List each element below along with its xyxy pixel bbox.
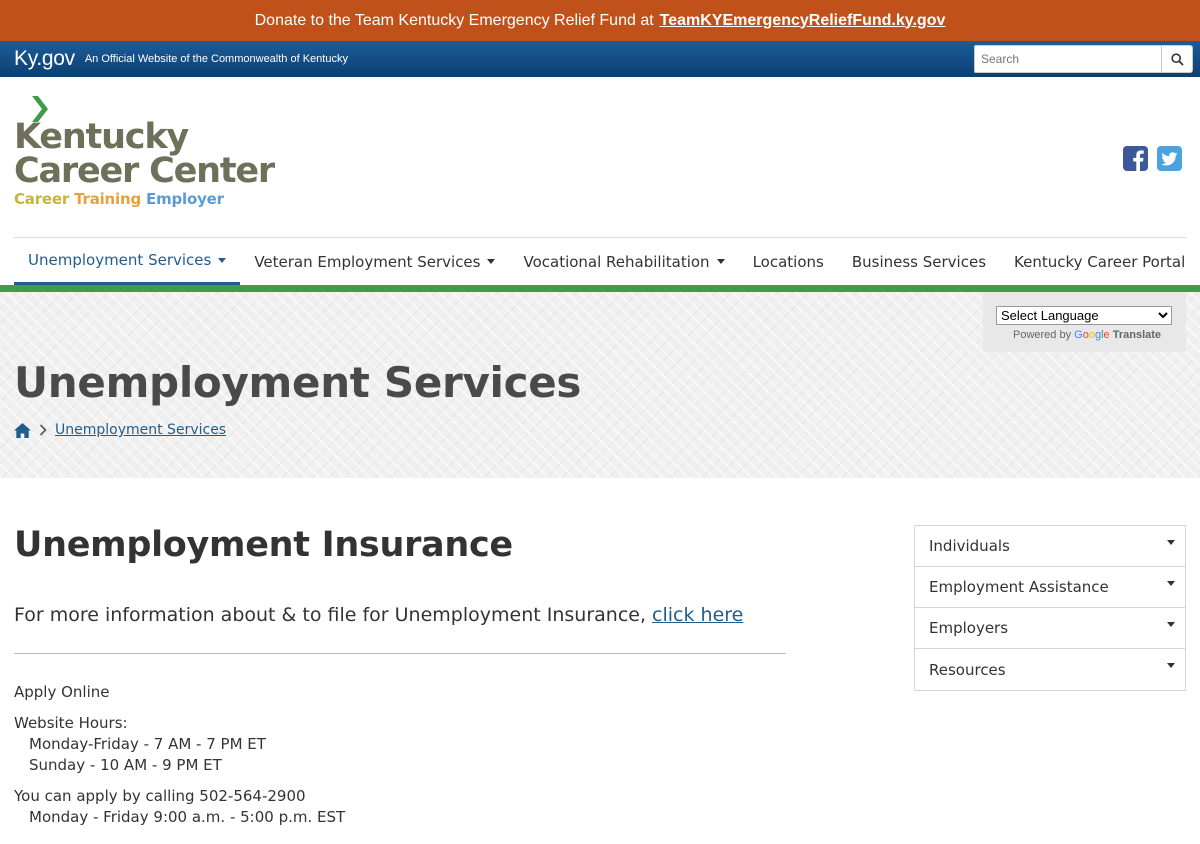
chevron-right-icon <box>39 424 47 436</box>
google-translate: Select Language Powered by Google Transl… <box>983 292 1186 352</box>
click-here-link[interactable]: click here <box>652 604 743 626</box>
apply-info: Apply Online Website Hours: Monday-Frida… <box>14 682 786 828</box>
sidebar-label: Employment Assistance <box>929 578 1109 596</box>
caret-down-icon <box>1167 621 1175 627</box>
sidebar-label: Resources <box>929 660 1006 679</box>
brand-tagline: Career Training Employer <box>14 190 224 208</box>
website-hours-label: Website Hours: <box>14 714 128 732</box>
facebook-icon[interactable] <box>1123 146 1148 171</box>
sidebar-item-individuals[interactable]: Individuals <box>915 526 1185 567</box>
caret-down-icon <box>716 259 725 264</box>
site-search <box>974 45 1193 73</box>
home-icon[interactable] <box>14 422 31 438</box>
nav-label: Veteran Employment Services <box>254 252 481 271</box>
donate-link[interactable]: TeamKYEmergencyReliefFund.ky.gov <box>660 12 946 30</box>
phone-hours: Monday - Friday 9:00 a.m. - 5:00 p.m. ES… <box>29 808 346 826</box>
brand-name: Kentucky Career Center <box>14 117 275 191</box>
main-nav: Unemployment Services Veteran Employment… <box>14 237 1186 285</box>
search-icon <box>1170 52 1184 66</box>
language-select[interactable]: Select Language <box>996 306 1172 325</box>
brand-sub-employer: Employer <box>146 190 224 208</box>
sidebar-label: Employers <box>929 619 1009 637</box>
brand-line2: Career Center <box>14 151 275 191</box>
kygov-tagline: An Official Website of the Commonwealth … <box>84 53 348 65</box>
brand-sub-career: Career <box>14 190 70 208</box>
search-button[interactable] <box>1162 45 1193 73</box>
google-logo-icon: Google <box>1074 329 1110 341</box>
lead-text: For more information about & to file for… <box>14 604 646 626</box>
nav-veteran-employment-services[interactable]: Veteran Employment Services <box>240 238 509 285</box>
nav-locations[interactable]: Locations <box>739 238 838 285</box>
caret-down-icon <box>1167 539 1175 545</box>
nav-vocational-rehabilitation[interactable]: Vocational Rehabilitation <box>509 238 738 285</box>
nav-label: Kentucky Career Portal <box>1014 252 1186 271</box>
lead-paragraph: For more information about & to file for… <box>14 604 786 626</box>
brand-sub-training: Training <box>74 190 141 208</box>
translate-label[interactable]: Translate <box>1113 329 1161 341</box>
apply-online: Apply Online <box>14 683 110 701</box>
caret-down-icon <box>1167 580 1175 586</box>
sidebar-item-employment-assistance[interactable]: Employment Assistance <box>915 567 1185 608</box>
kygov-logo[interactable]: Ky.gov <box>14 47 75 71</box>
caret-down-icon <box>218 257 227 263</box>
nav-unemployment-services[interactable]: Unemployment Services <box>14 238 241 285</box>
social-links <box>1123 146 1182 171</box>
sidebar-menu: Individuals Employment Assistance Employ… <box>914 525 1186 691</box>
breadcrumb-link[interactable]: Unemployment Services <box>55 422 226 438</box>
caret-down-icon <box>1167 663 1175 668</box>
hours-sunday: Sunday - 10 AM - 9 PM ET <box>29 756 222 774</box>
breadcrumb: Unemployment Services <box>14 422 226 438</box>
nav-label: Unemployment Services <box>28 251 212 269</box>
nav-kentucky-career-portal[interactable]: Kentucky Career Portal <box>1000 238 1199 285</box>
nav-business-services[interactable]: Business Services <box>838 238 1000 285</box>
nav-label: Vocational Rehabilitation <box>523 252 710 271</box>
translate-attribution: Powered by Google Translate <box>996 329 1172 341</box>
kygov-header: Ky.gov An Official Website of the Common… <box>0 41 1200 77</box>
twitter-icon[interactable] <box>1157 146 1182 171</box>
sidebar-item-resources[interactable]: Resources <box>915 649 1185 690</box>
caret-down-icon <box>487 259 496 264</box>
page-title: Unemployment Services <box>14 358 582 407</box>
page-hero: Select Language Powered by Google Transl… <box>0 292 1200 478</box>
hours-weekday: Monday-Friday - 7 AM - 7 PM ET <box>29 735 266 753</box>
nav-label: Locations <box>752 252 824 271</box>
powered-by: Powered by <box>1013 329 1072 341</box>
content-divider <box>14 653 786 654</box>
section-title: Unemployment Insurance <box>14 525 513 565</box>
donate-banner: Donate to the Team Kentucky Emergency Re… <box>0 0 1200 41</box>
brand-line1: Kentucky <box>14 117 189 157</box>
search-input[interactable] <box>974 45 1162 73</box>
nav-divider <box>0 285 1200 292</box>
donate-text: Donate to the Team Kentucky Emergency Re… <box>254 11 654 29</box>
sidebar-item-employers[interactable]: Employers <box>915 608 1185 649</box>
main-content: Unemployment Insurance For more informat… <box>14 525 786 828</box>
phone-line: You can apply by calling 502-564-2900 <box>14 787 306 805</box>
sidebar-label: Individuals <box>929 537 1010 555</box>
nav-label: Business Services <box>851 252 987 271</box>
